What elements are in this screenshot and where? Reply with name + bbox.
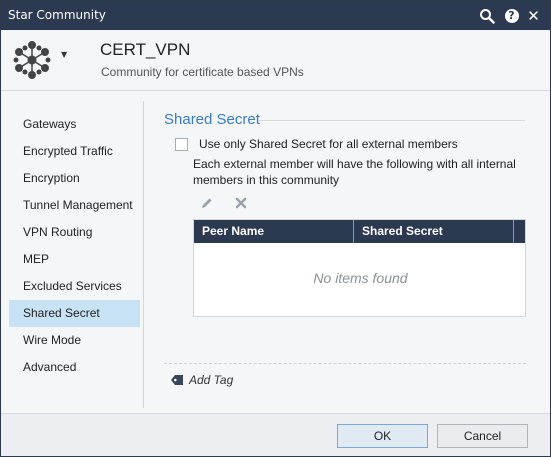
help-icon[interactable]: ? bbox=[502, 6, 521, 25]
sidebar-item-excluded-services[interactable]: Excluded Services bbox=[9, 273, 140, 300]
star-community-icon[interactable] bbox=[12, 40, 52, 80]
community-name: CERT_VPN bbox=[100, 40, 191, 59]
shared-secret-table: Peer Name Shared Secret No items found bbox=[193, 219, 526, 317]
cancel-button[interactable]: Cancel bbox=[437, 424, 528, 448]
table-header: Peer Name Shared Secret bbox=[194, 220, 525, 243]
section-title: Shared Secret bbox=[164, 111, 260, 128]
shared-secret-description: Each external member will have the follo… bbox=[193, 157, 516, 187]
sidebar: Gateways Encrypted Traffic Encryption Tu… bbox=[9, 111, 140, 381]
sidebar-item-vpn-routing[interactable]: VPN Routing bbox=[9, 219, 140, 246]
header-divider bbox=[1, 90, 550, 91]
pencil-icon[interactable] bbox=[199, 195, 215, 211]
dialog-footer: OK Cancel bbox=[1, 413, 550, 456]
search-icon[interactable] bbox=[477, 6, 496, 25]
column-header-peer-name[interactable]: Peer Name bbox=[194, 220, 354, 243]
sidebar-item-tunnel-management[interactable]: Tunnel Management bbox=[9, 192, 140, 219]
sidebar-item-encryption[interactable]: Encryption bbox=[9, 165, 140, 192]
star-community-dialog: Star Community ? ✕ ▼ CERT_VPN Community … bbox=[0, 0, 551, 457]
ok-button[interactable]: OK bbox=[337, 424, 428, 448]
section-title-rule bbox=[259, 120, 525, 121]
delete-icon[interactable] bbox=[233, 195, 249, 211]
sidebar-item-shared-secret[interactable]: Shared Secret bbox=[9, 300, 140, 327]
column-header-shared-secret[interactable]: Shared Secret bbox=[354, 220, 514, 243]
sidebar-item-encrypted-traffic[interactable]: Encrypted Traffic bbox=[9, 138, 140, 165]
shared-secret-only-checkbox[interactable] bbox=[175, 137, 188, 151]
community-subtitle: Community for certificate based VPNs bbox=[101, 65, 304, 79]
chevron-down-icon[interactable]: ▼ bbox=[61, 50, 67, 59]
shared-secret-only-label: Use only Shared Secret for all external … bbox=[199, 137, 458, 151]
tag-icon bbox=[171, 375, 183, 385]
add-tag-label: Add Tag bbox=[189, 373, 234, 387]
table-empty-message: No items found bbox=[313, 270, 408, 286]
header: ▼ CERT_VPN Community for certificate bas… bbox=[1, 30, 550, 90]
sidebar-item-wire-mode[interactable]: Wire Mode bbox=[9, 327, 140, 354]
shared-secret-panel: Shared Secret Use only Shared Secret for… bbox=[151, 101, 531, 401]
add-tag-link[interactable]: Add Tag bbox=[171, 373, 233, 387]
window-title: Star Community bbox=[8, 8, 106, 22]
tags-divider bbox=[164, 363, 526, 364]
shared-secret-only-option[interactable]: Use only Shared Secret for all external … bbox=[175, 137, 458, 151]
close-icon[interactable]: ✕ bbox=[524, 6, 543, 25]
sidebar-item-gateways[interactable]: Gateways bbox=[9, 111, 140, 138]
sidebar-item-advanced[interactable]: Advanced bbox=[9, 354, 140, 381]
title-bar: Star Community ? ✕ bbox=[1, 1, 550, 30]
table-toolbar bbox=[199, 195, 249, 211]
sidebar-item-mep[interactable]: MEP bbox=[9, 246, 140, 273]
sidebar-divider bbox=[143, 101, 144, 408]
